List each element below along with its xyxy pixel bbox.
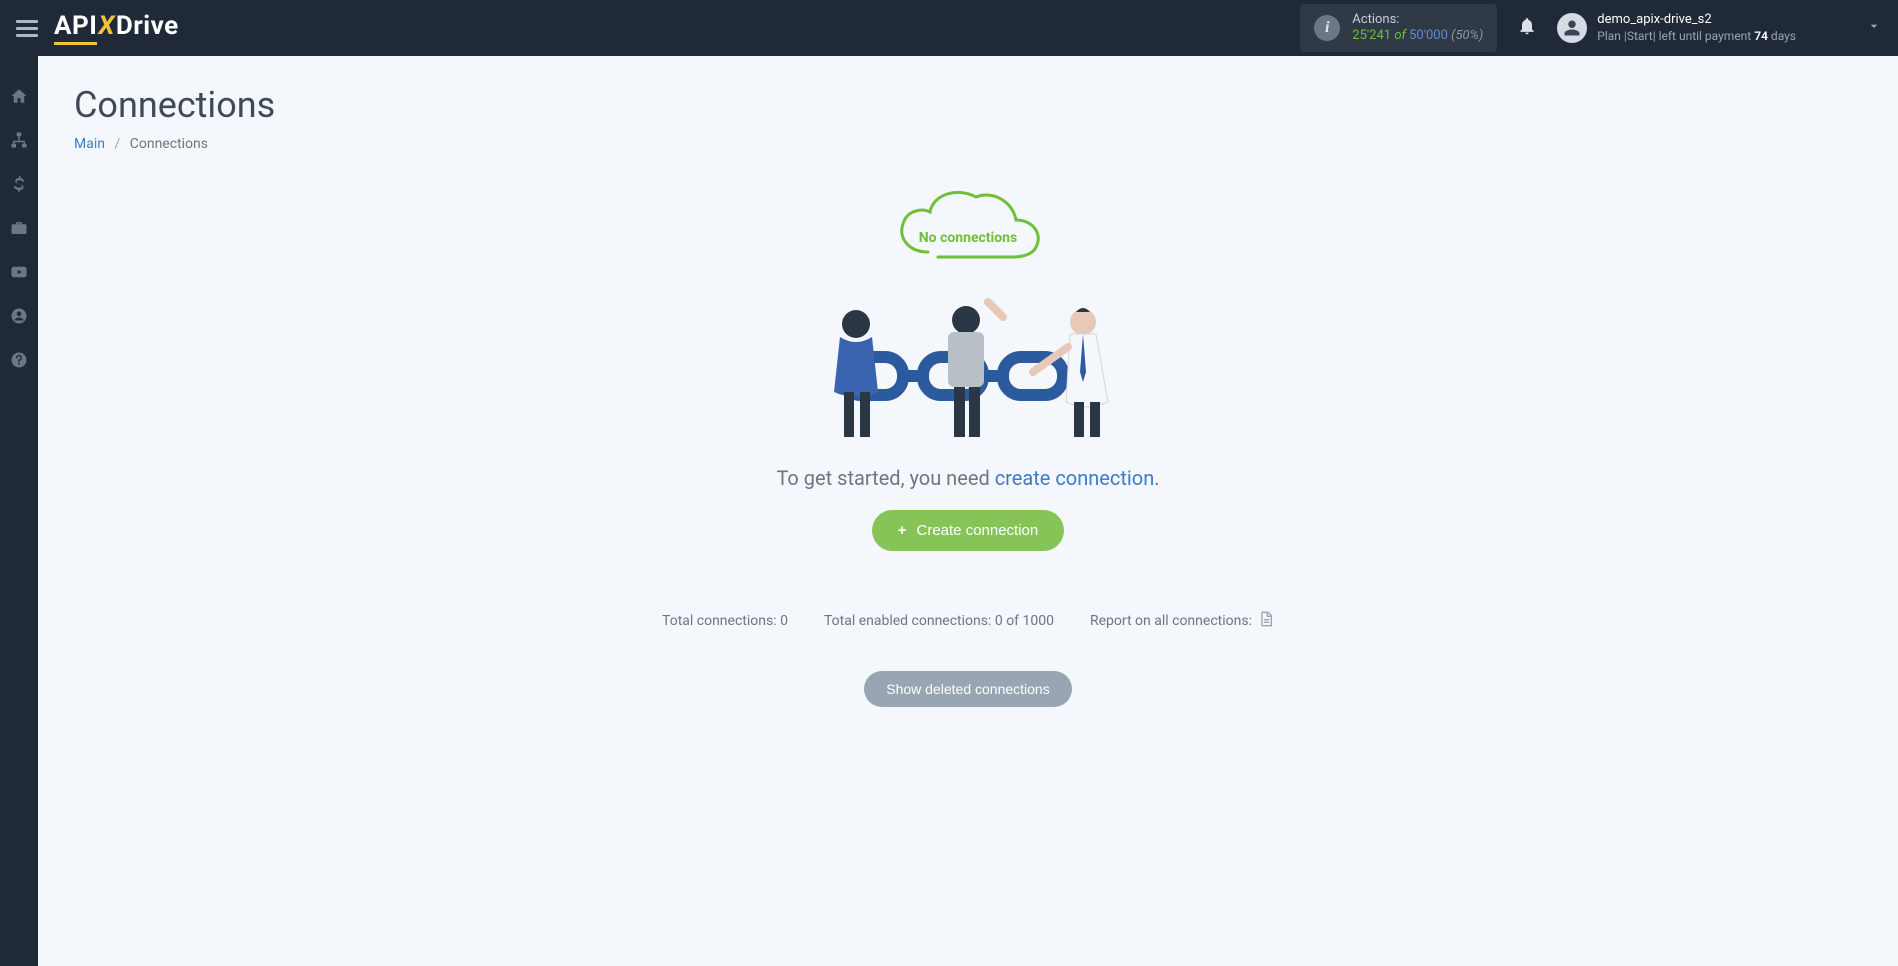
empty-state: No connections [74, 182, 1862, 707]
report-link[interactable]: Report on all connections: [1090, 611, 1274, 631]
document-icon [1258, 611, 1274, 631]
question-icon[interactable] [9, 350, 29, 370]
user-name: demo_apix-drive_s2 [1597, 12, 1796, 29]
actions-of: of [1394, 28, 1409, 43]
actions-text: Actions: 25'241 of 50'000 (50%) [1352, 12, 1483, 43]
people-chain-illustration [808, 252, 1128, 442]
create-connection-link[interactable]: create connection [995, 466, 1155, 490]
menu-toggle-button[interactable] [16, 20, 38, 37]
prompt-text: To get started, you need create connecti… [74, 466, 1862, 490]
logo-api: API [54, 11, 97, 45]
plan-line: Plan |Start| left until payment 74 days [1597, 29, 1796, 45]
user-text: demo_apix-drive_s2 Plan |Start| left unt… [1597, 12, 1796, 44]
stats-row: Total connections: 0 Total enabled conne… [74, 611, 1862, 631]
logo-x: X [98, 11, 115, 41]
breadcrumb: Main / Connections [74, 136, 1862, 152]
user-menu[interactable]: demo_apix-drive_s2 Plan |Start| left unt… [1557, 12, 1882, 44]
youtube-icon[interactable] [9, 262, 29, 282]
chevron-down-icon[interactable] [1866, 18, 1882, 38]
topbar: APIXDrive i Actions: 25'241 of 50'000 (5… [0, 0, 1898, 56]
page-title: Connections [74, 84, 1862, 126]
info-icon: i [1314, 15, 1340, 41]
illustration: No connections [808, 182, 1128, 442]
logo[interactable]: APIXDrive [54, 11, 179, 45]
user-icon[interactable] [9, 306, 29, 326]
actions-panel[interactable]: i Actions: 25'241 of 50'000 (50%) [1300, 4, 1497, 51]
actions-pct: (50%) [1451, 28, 1483, 43]
actions-label: Actions: [1352, 12, 1483, 28]
actions-total: 50'000 [1409, 28, 1448, 43]
enabled-connections: Total enabled connections: 0 of 1000 [824, 613, 1054, 629]
create-connection-button[interactable]: + Create connection [872, 510, 1065, 551]
main-content: Connections Main / Connections No connec… [38, 56, 1898, 966]
briefcase-icon[interactable] [9, 218, 29, 238]
avatar-icon [1557, 13, 1587, 43]
sitemap-icon[interactable] [9, 130, 29, 150]
dollar-icon[interactable] [9, 174, 29, 194]
sidebar [0, 56, 38, 966]
breadcrumb-sep: / [114, 136, 120, 152]
create-button-label: Create connection [917, 522, 1039, 539]
breadcrumb-current: Connections [130, 136, 208, 152]
plus-icon: + [898, 522, 907, 539]
cloud-text: No connections [919, 230, 1017, 246]
bell-icon[interactable] [1517, 16, 1537, 40]
show-deleted-button[interactable]: Show deleted connections [864, 671, 1071, 707]
logo-drive: Drive [116, 11, 179, 41]
actions-done: 25'241 [1352, 28, 1391, 43]
total-connections: Total connections: 0 [662, 613, 788, 629]
breadcrumb-main[interactable]: Main [74, 136, 105, 152]
home-icon[interactable] [9, 86, 29, 106]
